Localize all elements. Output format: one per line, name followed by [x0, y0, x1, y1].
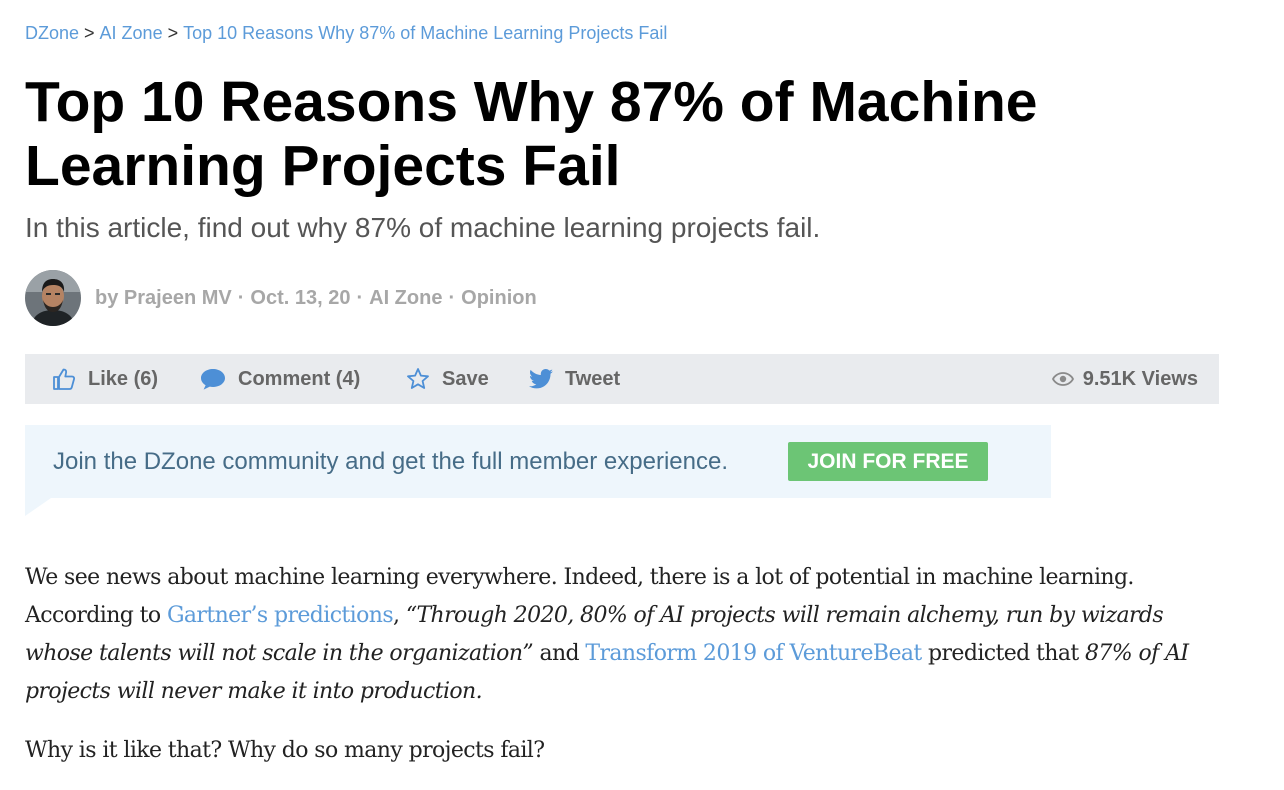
like-label: Like (6)	[88, 367, 159, 390]
meta-separator: ·	[448, 286, 456, 309]
join-for-free-button[interactable]: JOIN FOR FREE	[788, 442, 988, 481]
paragraph-text: ,	[393, 603, 406, 628]
venturebeat-link[interactable]: Transform 2019 of VentureBeat	[585, 641, 922, 666]
breadcrumb-link-ai-zone[interactable]: AI Zone	[100, 23, 163, 43]
eye-icon	[1051, 372, 1074, 386]
meta-separator: ·	[237, 286, 245, 309]
body-paragraph: We see news about machine learning every…	[25, 559, 1225, 711]
save-button[interactable]: Save	[406, 354, 489, 404]
breadcrumb-separator: >	[167, 23, 179, 43]
article-body: We see news about machine learning every…	[25, 559, 1225, 770]
comment-label: Comment (4)	[238, 367, 361, 390]
breadcrumb-separator: >	[84, 23, 95, 43]
breadcrumb-link-dzone[interactable]: DZone	[25, 23, 79, 43]
author-row: by Prajeen MV · Oct. 13, 20 · AI Zone · Opinio…	[25, 270, 537, 326]
article-title: Top 10 Reasons Why 87% of Machine Learni…	[25, 70, 1038, 198]
article-zone-link[interactable]: AI Zone	[369, 287, 442, 309]
breadcrumb: DZone > AI Zone > Top 10 Reasons Why 87% of …	[25, 23, 667, 44]
breadcrumb-link-article[interactable]: Top 10 Reasons Why 87% of Machine Learni…	[183, 23, 667, 43]
avatar-image	[25, 270, 81, 326]
views-count: 9.51K Views	[1051, 354, 1198, 404]
meta-separator: ·	[356, 286, 364, 309]
body-paragraph: Why is it like that? Why do so many proj…	[25, 738, 545, 763]
twitter-bird-icon	[529, 369, 553, 389]
author-name[interactable]: by Prajeen MV	[95, 287, 232, 309]
thumbs-up-icon	[53, 368, 75, 390]
join-banner: Join the DZone community and get the ful…	[25, 425, 1051, 498]
star-icon	[407, 368, 429, 389]
tweet-label: Tweet	[565, 367, 621, 390]
save-label: Save	[442, 367, 489, 390]
comment-bubble-icon	[201, 369, 225, 390]
like-button[interactable]: Like (6)	[52, 354, 158, 404]
author-avatar[interactable]	[25, 270, 81, 326]
comment-button[interactable]: Comment (4)	[200, 354, 360, 404]
article-subtitle: In this article, find out why 87% of mac…	[25, 212, 821, 243]
banner-tail	[25, 498, 51, 516]
gartner-predictions-link[interactable]: Gartner’s predictions	[167, 603, 394, 628]
action-bar: Like (6) Comment (4) Save Tweet 9.51K Vi…	[25, 354, 1219, 404]
paragraph-text: and	[533, 641, 586, 666]
banner-text: Join the DZone community and get the ful…	[53, 447, 729, 475]
views-label: 9.51K Views	[1082, 367, 1198, 390]
article-category[interactable]: Opinion	[461, 287, 537, 309]
article-meta: by Prajeen MV · Oct. 13, 20 · AI Zone · Opinio…	[95, 287, 537, 310]
paragraph-text: predicted that	[921, 641, 1085, 666]
tweet-button[interactable]: Tweet	[529, 354, 620, 404]
article-date: Oct. 13, 20	[250, 286, 351, 309]
